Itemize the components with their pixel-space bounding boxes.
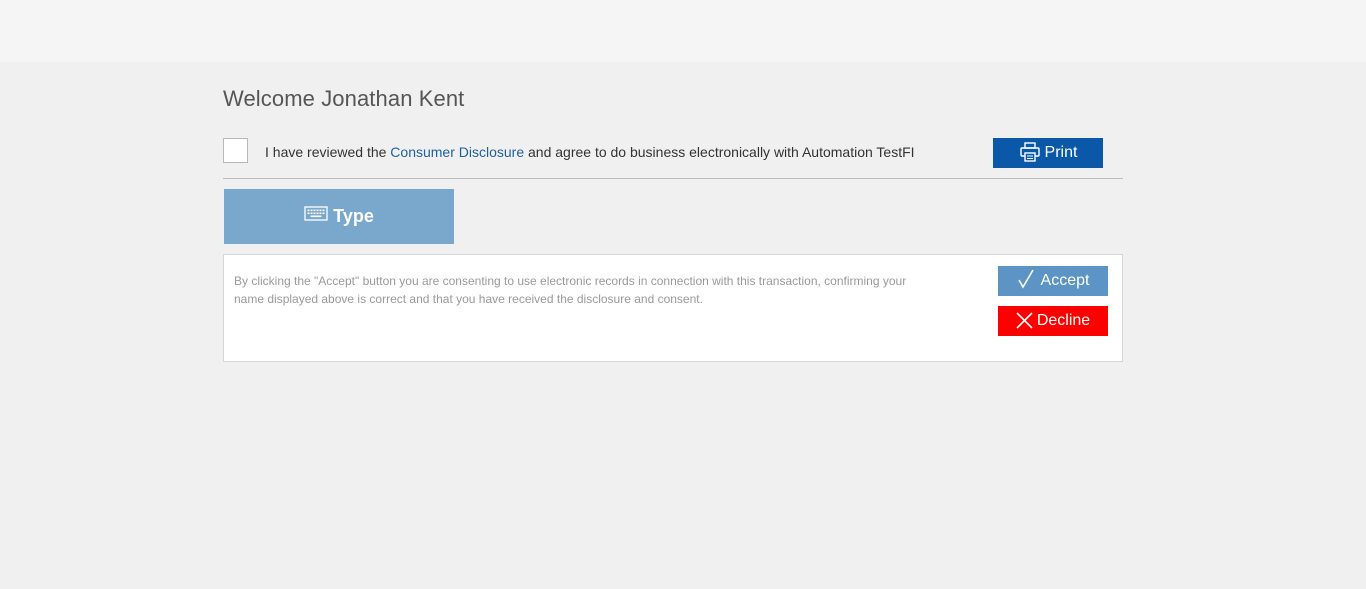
checkmark-icon: [1017, 269, 1034, 289]
consumer-disclosure-link[interactable]: Consumer Disclosure: [390, 144, 524, 160]
consent-panel: By clicking the "Accept" button you are …: [223, 254, 1123, 362]
printer-icon: [1019, 141, 1040, 162]
print-button-label: Print: [1044, 144, 1078, 161]
top-bar: [0, 0, 1366, 62]
print-button[interactable]: Print: [993, 138, 1103, 168]
accept-button-label: Accept: [1040, 272, 1090, 289]
decline-button-label: Decline: [1036, 312, 1091, 329]
consent-text: By clicking the "Accept" button you are …: [234, 274, 907, 306]
tab-type[interactable]: Type: [224, 189, 454, 244]
divider: [223, 178, 1123, 179]
agree-checkbox[interactable]: [223, 138, 248, 163]
keyboard-icon: [304, 205, 328, 221]
welcome-heading: Welcome Jonathan Kent: [223, 86, 465, 111]
agreement-text-before: I have reviewed the: [265, 144, 391, 160]
decline-button[interactable]: Decline: [998, 306, 1108, 336]
agreement-text-after: and agree to do business electronically …: [524, 144, 915, 160]
close-icon: [1016, 311, 1033, 329]
tab-type-label: Type: [333, 206, 374, 226]
agreement-text: I have reviewed the Consumer Disclosure …: [265, 144, 915, 160]
accept-button[interactable]: Accept: [998, 266, 1108, 296]
